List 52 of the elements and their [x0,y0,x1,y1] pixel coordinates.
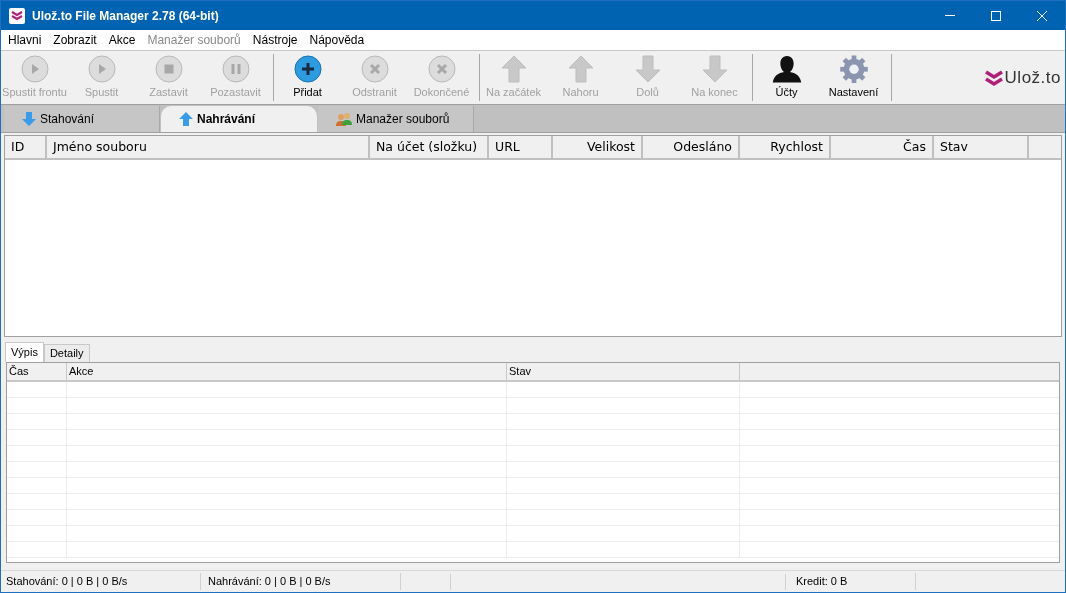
users-icon [336,112,352,126]
tab[interactable]: Stahování [4,106,160,132]
column-header[interactable]: Na účet (složku) [370,136,489,160]
column-header[interactable]: Stav [507,363,740,382]
maximize-icon [991,10,1001,21]
window-title: Ulož.to File Manager 2.78 (64-bit) [32,7,219,25]
column-header[interactable]: URL [489,136,553,160]
close-icon [1037,10,1047,21]
menu-item[interactable]: Hlavni [2,31,48,49]
plus-icon [293,55,322,83]
menu-item[interactable]: Nástroje [246,31,304,49]
status-text: Kredit: 0 B [786,573,916,590]
column-header[interactable]: Odesláno [643,136,740,160]
status-text: Nahrávání: 0 | 0 B | 0 B/s [201,573,401,590]
up-arrow-icon [179,112,193,126]
menu-item[interactable]: Akce [102,31,142,49]
gear-icon [838,55,869,84]
column-header [1029,136,1061,160]
logo-text: Ulož.to [1004,66,1061,89]
chevron-logo-icon [984,68,1003,87]
tab[interactable]: Výpis [5,342,44,362]
stop-icon [154,55,183,83]
down-arrow-icon [634,55,661,83]
menu-item[interactable]: Nápověda [303,31,371,49]
minimize-icon [945,15,955,16]
tab[interactable]: Nahrávání [161,106,317,132]
column-header[interactable]: Stav [934,136,1029,160]
user-icon [770,55,803,84]
tab[interactable]: Detaily [43,344,90,362]
column-header[interactable]: Čas [831,136,934,160]
tab[interactable]: Manažer souborů [318,106,474,132]
column-header[interactable]: Jméno souboru [47,136,370,160]
down-arrow-icon [22,112,36,126]
down-arrow-icon [701,55,728,83]
column-header[interactable]: Akce [67,363,507,382]
up-arrow-icon [567,55,594,83]
x-icon [360,55,389,83]
play-icon [20,55,49,83]
status-text: Stahování: 0 | 0 B | 0 B/s [1,573,201,590]
x-icon [427,55,456,83]
toolbar-button[interactable]: Účty [753,54,820,101]
column-header[interactable]: Čas [7,363,67,382]
column-header[interactable]: Rychlost [740,136,831,160]
toolbar-button[interactable]: Přidat [274,54,341,101]
up-arrow-icon [500,55,527,83]
app-logo-icon [9,7,25,24]
column-header[interactable]: ID [5,136,47,160]
play-icon [87,55,116,83]
menu-item[interactable]: Zobrazit [47,31,103,49]
column-header[interactable]: Velikost [553,136,643,160]
pause-icon [221,55,250,83]
toolbar-button[interactable]: Nastavení [820,54,887,101]
